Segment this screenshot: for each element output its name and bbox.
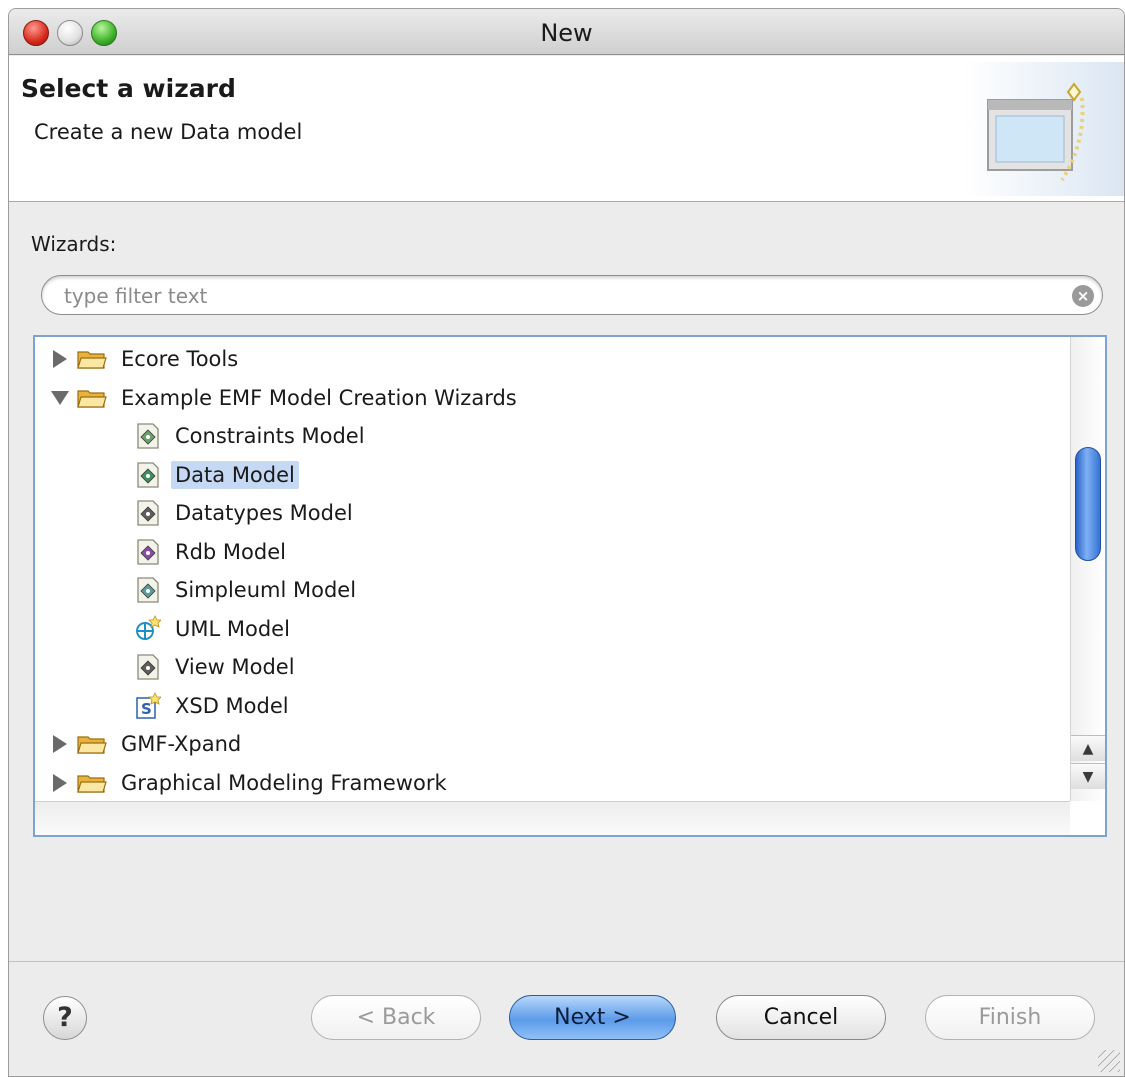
xsd-model-icon: S bbox=[136, 691, 161, 719]
model-icon bbox=[137, 577, 159, 603]
new-wizard-dialog: New Select a wizard Create a new Data mo… bbox=[8, 8, 1125, 1077]
tree-item-row[interactable]: Rdb Model bbox=[35, 533, 1070, 571]
horizontal-scrollbar[interactable] bbox=[35, 801, 1070, 835]
finish-button[interactable]: Finish bbox=[925, 995, 1095, 1040]
scroll-up-icon[interactable]: ▲ bbox=[1071, 735, 1105, 761]
help-button[interactable]: ? bbox=[43, 996, 87, 1040]
page-title: Select a wizard bbox=[21, 74, 236, 103]
tree-item-label: Data Model bbox=[171, 460, 299, 489]
title-bar: New bbox=[9, 9, 1124, 55]
window-title: New bbox=[540, 19, 593, 47]
tree-item-label: XSD Model bbox=[175, 693, 289, 718]
resize-grip-icon[interactable] bbox=[1098, 1050, 1120, 1072]
disclosure-closed-icon[interactable] bbox=[53, 350, 67, 368]
tree-folder-label: Example EMF Model Creation Wizards bbox=[121, 385, 517, 410]
tree-item-label: Constraints Model bbox=[175, 424, 365, 448]
scroll-down-icon[interactable]: ▼ bbox=[1071, 763, 1105, 789]
folder-icon bbox=[77, 736, 107, 754]
tree-item-label: View Model bbox=[175, 655, 295, 679]
wizards-label: Wizards: bbox=[31, 232, 117, 256]
vertical-scrollbar[interactable]: ▲ ▼ bbox=[1070, 337, 1105, 801]
clear-filter-icon[interactable]: × bbox=[1072, 285, 1094, 307]
tree-item-row[interactable]: S XSD Model bbox=[35, 687, 1070, 725]
tree-item-label: Datatypes Model bbox=[175, 501, 353, 525]
tree-item-row[interactable]: View Model bbox=[35, 648, 1070, 686]
tree-folder-label: GMF-Xpand bbox=[121, 732, 242, 756]
tree-folder-row[interactable]: Ecore Tools bbox=[35, 340, 1070, 378]
back-button[interactable]: < Back bbox=[311, 995, 481, 1040]
model-icon bbox=[137, 423, 159, 449]
tree-item-row[interactable]: UML Model bbox=[35, 610, 1070, 648]
wizard-tree[interactable]: Ecore Tools Example EMF Model Creation Wi… bbox=[33, 335, 1107, 837]
new-wizard-graphic-icon bbox=[964, 62, 1124, 196]
model-icon bbox=[137, 461, 159, 488]
model-icon bbox=[137, 500, 159, 526]
tree-folder-row[interactable]: Graphical Modeling Framework bbox=[35, 764, 1070, 802]
tree-item-row[interactable]: Simpleuml Model bbox=[35, 571, 1070, 609]
disclosure-closed-icon[interactable] bbox=[53, 773, 67, 792]
wizard-tree-list: Ecore Tools Example EMF Model Creation Wi… bbox=[35, 337, 1070, 801]
tree-folder-label: Ecore Tools bbox=[121, 347, 239, 371]
wizard-header: Select a wizard Create a new Data model bbox=[9, 56, 1124, 202]
next-button[interactable]: Next > bbox=[509, 995, 676, 1040]
footer-divider bbox=[9, 961, 1124, 962]
disclosure-open-icon[interactable] bbox=[51, 390, 69, 405]
disclosure-closed-icon[interactable] bbox=[53, 735, 67, 753]
tree-item-row[interactable]: Constraints Model bbox=[35, 417, 1070, 455]
tree-folder-row[interactable]: Example EMF Model Creation Wizards bbox=[35, 379, 1070, 417]
folder-icon bbox=[77, 351, 107, 369]
folder-icon bbox=[77, 774, 107, 793]
tree-item-label: UML Model bbox=[175, 616, 290, 641]
model-icon bbox=[137, 654, 159, 680]
page-description: Create a new Data model bbox=[34, 120, 303, 144]
uml-model-icon bbox=[136, 614, 161, 640]
tree-folder-row[interactable]: GMF-Xpand bbox=[35, 725, 1070, 763]
svg-text:S: S bbox=[141, 700, 152, 718]
folder-icon bbox=[77, 389, 107, 408]
scroll-thumb[interactable] bbox=[1075, 447, 1101, 561]
filter-input[interactable] bbox=[64, 283, 1044, 309]
tree-item-label: Simpleuml Model bbox=[175, 578, 357, 602]
cancel-button[interactable]: Cancel bbox=[716, 995, 886, 1040]
tree-folder-label: Graphical Modeling Framework bbox=[121, 770, 447, 795]
filter-field[interactable]: × bbox=[41, 275, 1103, 315]
tree-item-row[interactable]: Datatypes Model bbox=[35, 494, 1070, 532]
tree-item-row[interactable]: Data Model bbox=[35, 456, 1070, 494]
tree-item-label: Rdb Model bbox=[175, 539, 286, 564]
model-icon bbox=[137, 538, 159, 565]
